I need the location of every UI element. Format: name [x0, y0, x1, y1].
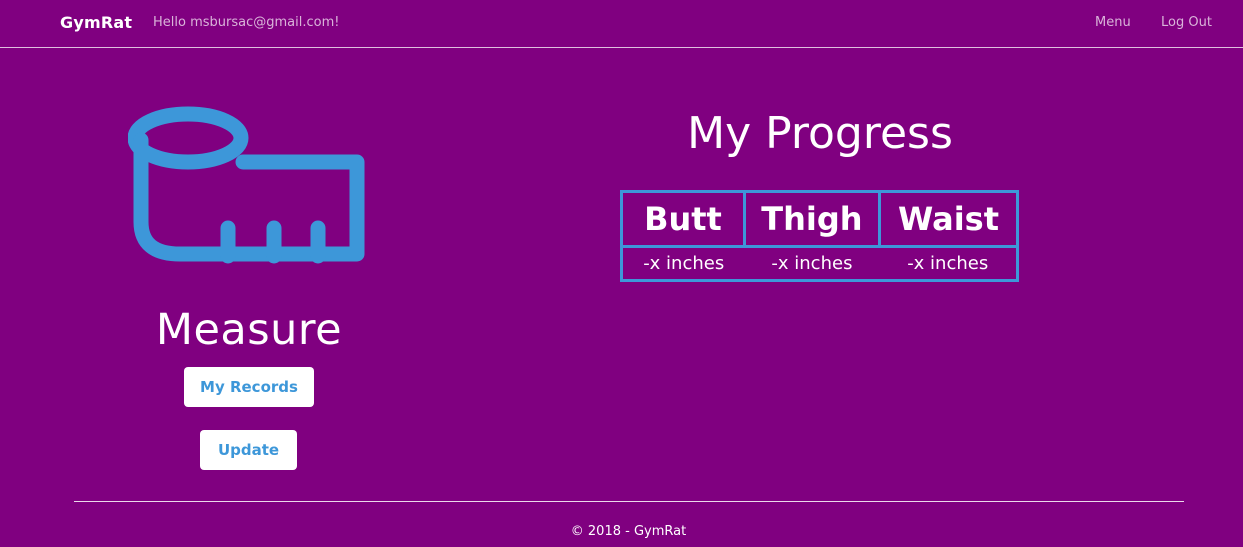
user-greeting[interactable]: Hello msbursac@gmail.com! — [153, 15, 339, 30]
footer-copyright: © 2018 - GymRat — [570, 524, 687, 539]
column-header-waist: Waist — [877, 190, 1020, 248]
progress-heading: My Progress — [687, 108, 953, 159]
my-records-button[interactable]: My Records — [184, 367, 314, 407]
butt-value: -x inches — [621, 244, 745, 281]
progress-table: Butt Thigh Waist -x inches -x inches -x … — [620, 190, 1020, 282]
column-header-butt: Butt — [620, 190, 746, 248]
progress-header-row: Butt Thigh Waist — [620, 190, 1020, 248]
top-navbar: GymRat Hello msbursac@gmail.com! Menu Lo… — [0, 0, 1243, 48]
measuring-tape-icon — [128, 106, 365, 264]
waist-value: -x inches — [879, 244, 1018, 281]
column-header-thigh: Thigh — [742, 190, 881, 248]
thigh-value: -x inches — [744, 244, 880, 281]
update-button[interactable]: Update — [200, 430, 297, 470]
menu-link[interactable]: Menu — [1095, 15, 1131, 30]
brand-link[interactable]: GymRat — [60, 13, 132, 32]
progress-value-row: -x inches -x inches -x inches — [621, 244, 1018, 281]
measure-heading: Measure — [155, 305, 343, 355]
footer-divider — [74, 501, 1184, 502]
logout-link[interactable]: Log Out — [1161, 15, 1212, 30]
